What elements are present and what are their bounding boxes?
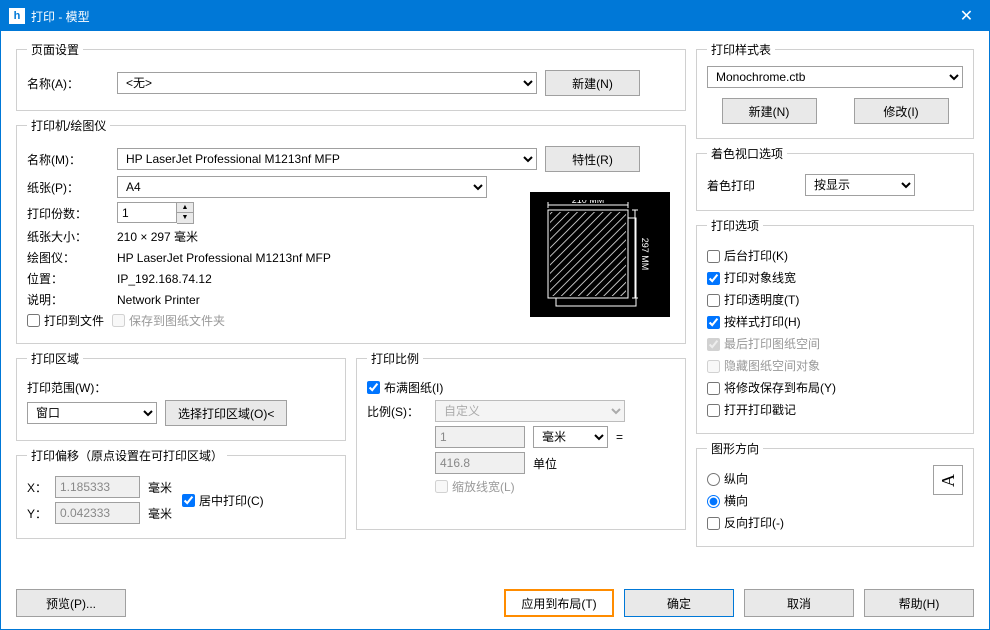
page-setup-group: 页面设置 名称(A)： <无> 新建(N): [16, 41, 686, 111]
copies-label: 打印份数：: [27, 205, 109, 222]
ok-button[interactable]: 确定: [624, 589, 734, 617]
offset-legend: 打印偏移（原点设置在可打印区域）: [27, 447, 227, 464]
shade-select[interactable]: 按显示: [805, 174, 915, 196]
page-setup-legend: 页面设置: [27, 41, 83, 58]
opt-style-checkbox[interactable]: 按样式打印(H): [707, 313, 963, 330]
window-title: 打印 - 模型: [31, 8, 944, 25]
button-bar: 预览(P)... 应用到布局(T) 确定 取消 帮助(H): [1, 581, 989, 629]
opt-last-checkbox: 最后打印图纸空间: [707, 335, 963, 352]
printer-name-select[interactable]: HP LaserJet Professional M1213nf MFP: [117, 148, 537, 170]
paper-select[interactable]: A4: [117, 176, 487, 198]
location-label: 位置：: [27, 270, 109, 287]
svg-text:210 MM: 210 MM: [572, 200, 605, 205]
fit-checkbox[interactable]: 布满图纸(I): [367, 379, 443, 396]
scale-unit-select[interactable]: 毫米: [533, 426, 608, 448]
apply-layout-button[interactable]: 应用到布局(T): [504, 589, 614, 617]
copies-input[interactable]: [117, 202, 177, 223]
print-dialog: h 打印 - 模型 ✕ 页面设置 名称(A)： <无> 新建(N) 打印机/绘图…: [0, 0, 990, 630]
printer-name-label: 名称(M)：: [27, 151, 109, 168]
svg-text:297 MM: 297 MM: [640, 238, 650, 271]
scale-num2-input: [435, 452, 525, 474]
spinner-down-icon[interactable]: ▼: [177, 213, 193, 223]
pagesetup-name-select[interactable]: <无>: [117, 72, 537, 94]
style-legend: 打印样式表: [707, 41, 775, 58]
scale-num1-input: [435, 426, 525, 448]
print-area-group: 打印区域 打印范围(W)： 窗口 选择打印区域(O)<: [16, 350, 346, 441]
desc-label: 说明：: [27, 291, 109, 308]
opt-bg-checkbox[interactable]: 后台打印(K): [707, 247, 963, 264]
shade-group: 着色视口选项 着色打印 按显示: [696, 145, 974, 211]
app-icon: h: [9, 8, 25, 24]
y-unit: 毫米: [148, 505, 172, 522]
opt-lw-checkbox[interactable]: 打印对象线宽: [707, 269, 963, 286]
location-value: IP_192.168.74.12: [117, 272, 212, 286]
equals-label: =: [616, 430, 623, 444]
titlebar: h 打印 - 模型 ✕: [1, 1, 989, 31]
pagesetup-new-button[interactable]: 新建(N): [545, 70, 640, 96]
scale-legend: 打印比例: [367, 350, 423, 367]
paper-label: 纸张(P)：: [27, 179, 109, 196]
pick-area-button[interactable]: 选择打印区域(O)<: [165, 400, 287, 426]
range-select[interactable]: 窗口: [27, 402, 157, 424]
save-to-folder-checkbox: 保存到图纸文件夹: [112, 312, 225, 329]
scale-lw-checkbox: 缩放线宽(L): [435, 478, 515, 495]
options-legend: 打印选项: [707, 217, 763, 234]
orientation-icon: A: [933, 465, 963, 495]
print-to-file-checkbox[interactable]: 打印到文件: [27, 312, 104, 329]
pagesetup-name-label: 名称(A)：: [27, 75, 109, 92]
orient-portrait-radio[interactable]: 纵向: [707, 470, 923, 487]
style-select[interactable]: Monochrome.ctb: [707, 66, 963, 88]
scale-unit2-label: 单位: [533, 455, 557, 472]
papersize-label: 纸张大小：: [27, 228, 109, 245]
paper-preview: 210 MM 297 MM: [530, 192, 670, 317]
center-checkbox[interactable]: 居中打印(C): [182, 492, 264, 509]
preview-button[interactable]: 预览(P)...: [16, 589, 126, 617]
x-unit: 毫米: [148, 479, 172, 496]
x-label: X：: [27, 479, 47, 496]
x-input: [55, 476, 140, 498]
scale-group: 打印比例 布满图纸(I) 比例(S)： 自定义 毫米 =: [356, 350, 686, 530]
ratio-label: 比例(S)：: [367, 403, 427, 420]
opt-hide-checkbox: 隐藏图纸空间对象: [707, 357, 963, 374]
printer-legend: 打印机/绘图仪: [27, 117, 110, 134]
opt-save-checkbox[interactable]: 将修改保存到布局(Y): [707, 379, 963, 396]
opt-trans-checkbox[interactable]: 打印透明度(T): [707, 291, 963, 308]
style-edit-button[interactable]: 修改(I): [854, 98, 949, 124]
offset-group: 打印偏移（原点设置在可打印区域） X： 毫米 Y：: [16, 447, 346, 539]
help-button[interactable]: 帮助(H): [864, 589, 974, 617]
printer-group: 打印机/绘图仪 名称(M)： HP LaserJet Professional …: [16, 117, 686, 344]
plotter-label: 绘图仪：: [27, 249, 109, 266]
plotter-value: HP LaserJet Professional M1213nf MFP: [117, 251, 331, 265]
y-label: Y：: [27, 505, 47, 522]
close-icon[interactable]: ✕: [944, 1, 989, 31]
spinner-up-icon[interactable]: ▲: [177, 203, 193, 213]
shade-legend: 着色视口选项: [707, 145, 787, 162]
opt-stamp-checkbox[interactable]: 打开打印戳记: [707, 401, 963, 418]
desc-value: Network Printer: [117, 293, 200, 307]
papersize-value: 210 × 297 毫米: [117, 228, 198, 245]
printer-props-button[interactable]: 特性(R): [545, 146, 640, 172]
orient-legend: 图形方向: [707, 440, 763, 457]
style-group: 打印样式表 Monochrome.ctb 新建(N) 修改(I): [696, 41, 974, 139]
ratio-select: 自定义: [435, 400, 625, 422]
orient-reverse-checkbox[interactable]: 反向打印(-): [707, 514, 923, 531]
style-new-button[interactable]: 新建(N): [722, 98, 817, 124]
y-input: [55, 502, 140, 524]
range-label: 打印范围(W)：: [27, 379, 122, 396]
options-group: 打印选项 后台打印(K) 打印对象线宽 打印透明度(T) 按样式打印(H) 最后…: [696, 217, 974, 434]
orient-landscape-radio[interactable]: 横向: [707, 492, 923, 509]
shade-label: 着色打印: [707, 177, 797, 194]
area-legend: 打印区域: [27, 350, 83, 367]
cancel-button[interactable]: 取消: [744, 589, 854, 617]
copies-spinner[interactable]: ▲▼: [117, 202, 194, 224]
orient-group: 图形方向 纵向 横向 反向打印(-) A: [696, 440, 974, 547]
